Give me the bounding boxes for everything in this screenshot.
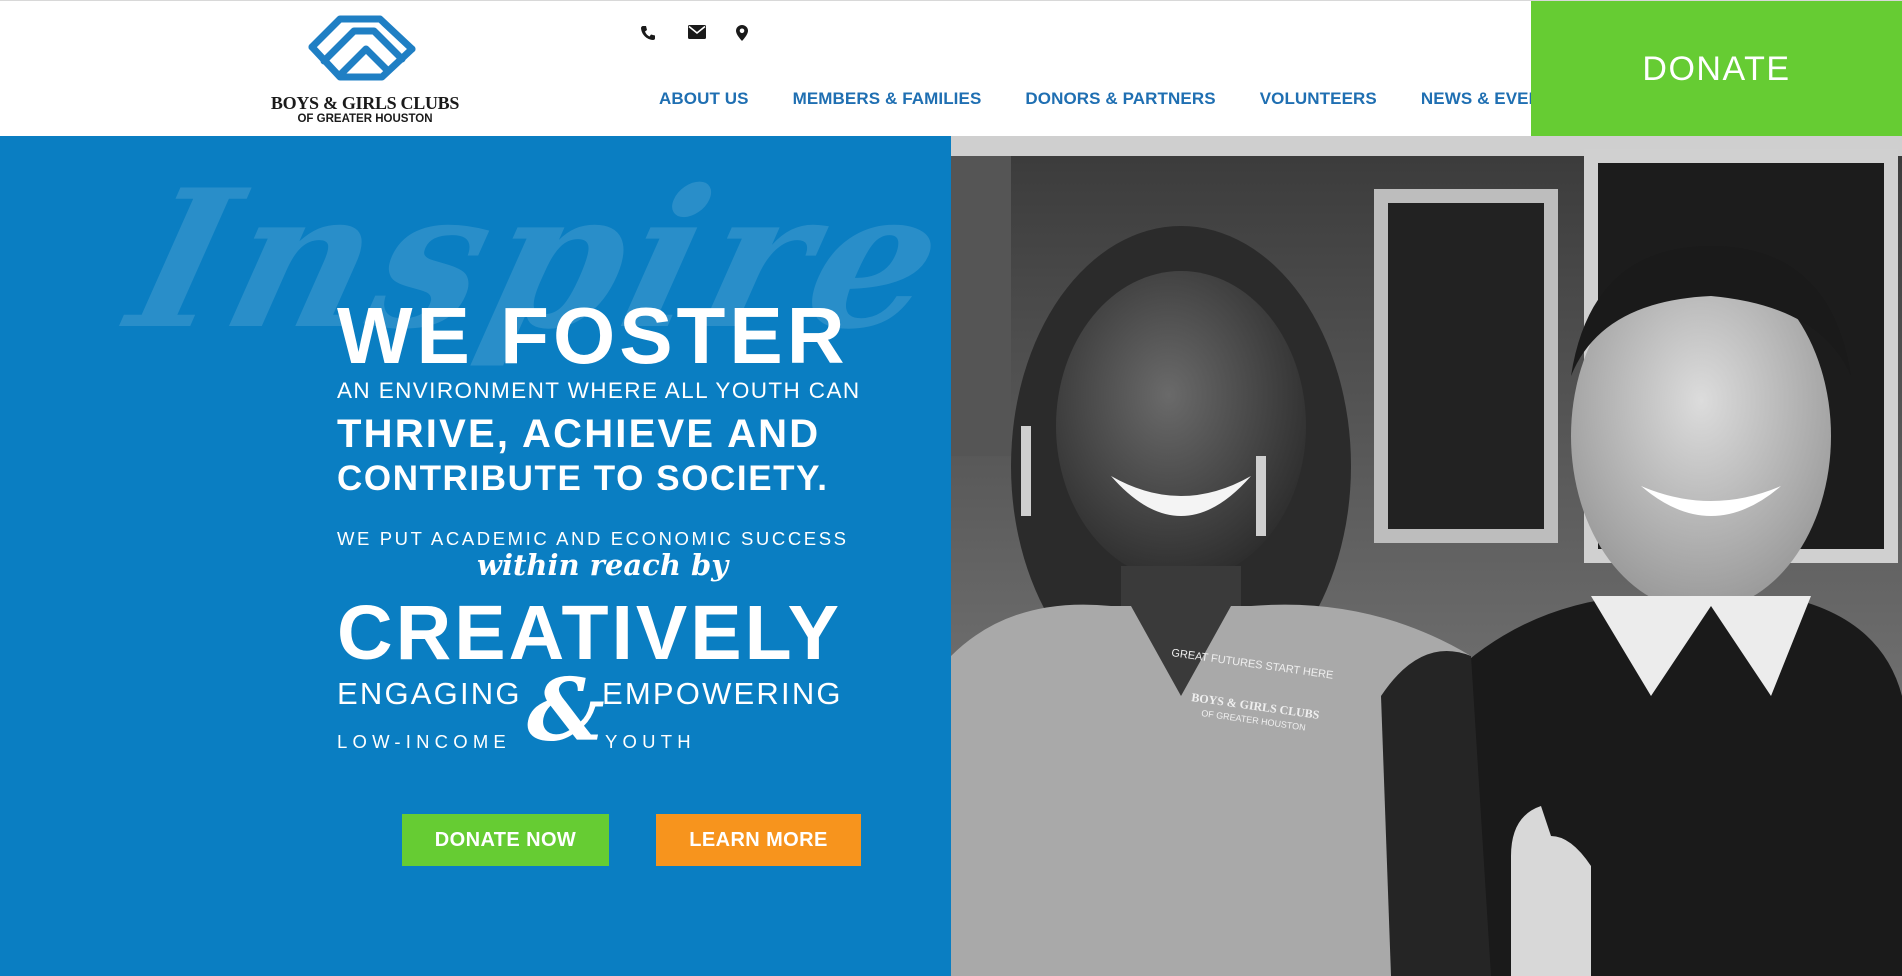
hero-photo: GREAT FUTURES START HERE BOYS & GIRLS CL…: [951, 136, 1902, 976]
donate-now-button[interactable]: DONATE NOW: [402, 814, 609, 866]
logo-mark-icon: [308, 15, 416, 81]
hero-line-thrive: THRIVE, ACHIEVE AND: [337, 412, 821, 456]
hero-line-youth: YOUTH: [605, 731, 696, 752]
nav-members-families[interactable]: MEMBERS & FAMILIES: [793, 89, 982, 109]
phone-icon[interactable]: [640, 25, 666, 47]
nav-about-us[interactable]: ABOUT US: [659, 89, 749, 109]
hero-line-lowincome: LOW-INCOME: [337, 731, 511, 752]
map-pin-icon[interactable]: [736, 25, 762, 47]
logo-subtitle: OF GREATER HOUSTON: [297, 113, 433, 125]
hero-line-environment: AN ENVIRONMENT WHERE ALL YOUTH CAN: [337, 378, 861, 403]
learn-more-button[interactable]: LEARN MORE: [656, 814, 861, 866]
main-nav: ABOUT US MEMBERS & FAMILIES DONORS & PAR…: [659, 89, 1563, 109]
site-header: BOYS & GIRLS CLUBS OF GREATER HOUSTON AB…: [0, 0, 1902, 137]
hero-line-within: within reach by: [477, 548, 729, 582]
hero-photo-illustration: GREAT FUTURES START HERE BOYS & GIRLS CL…: [951, 136, 1902, 976]
envelope-icon[interactable]: [688, 25, 714, 47]
contact-icons: [640, 25, 762, 47]
logo-title: BOYS & GIRLS CLUBS: [270, 93, 460, 113]
nav-donors-partners[interactable]: DONORS & PARTNERS: [1025, 89, 1215, 109]
hero-text-panel: Inspire WE FOSTER AN ENVIRONMENT WHERE A…: [0, 136, 951, 976]
header-donate-button[interactable]: DONATE: [1531, 1, 1902, 137]
site-logo[interactable]: BOYS & GIRLS CLUBS OF GREATER HOUSTON: [258, 13, 468, 125]
hero-line-engaging: ENGAGING: [337, 676, 522, 711]
hero-headline: WE FOSTER: [337, 291, 849, 380]
hero-ampersand: &: [527, 660, 605, 761]
hero-line-academic: WE PUT ACADEMIC AND ECONOMIC SUCCESS: [337, 528, 849, 549]
nav-volunteers[interactable]: VOLUNTEERS: [1260, 89, 1377, 109]
hero-line-contribute: CONTRIBUTE TO SOCIETY.: [337, 459, 829, 498]
hero-line-empowering: EMPOWERING: [602, 676, 843, 711]
